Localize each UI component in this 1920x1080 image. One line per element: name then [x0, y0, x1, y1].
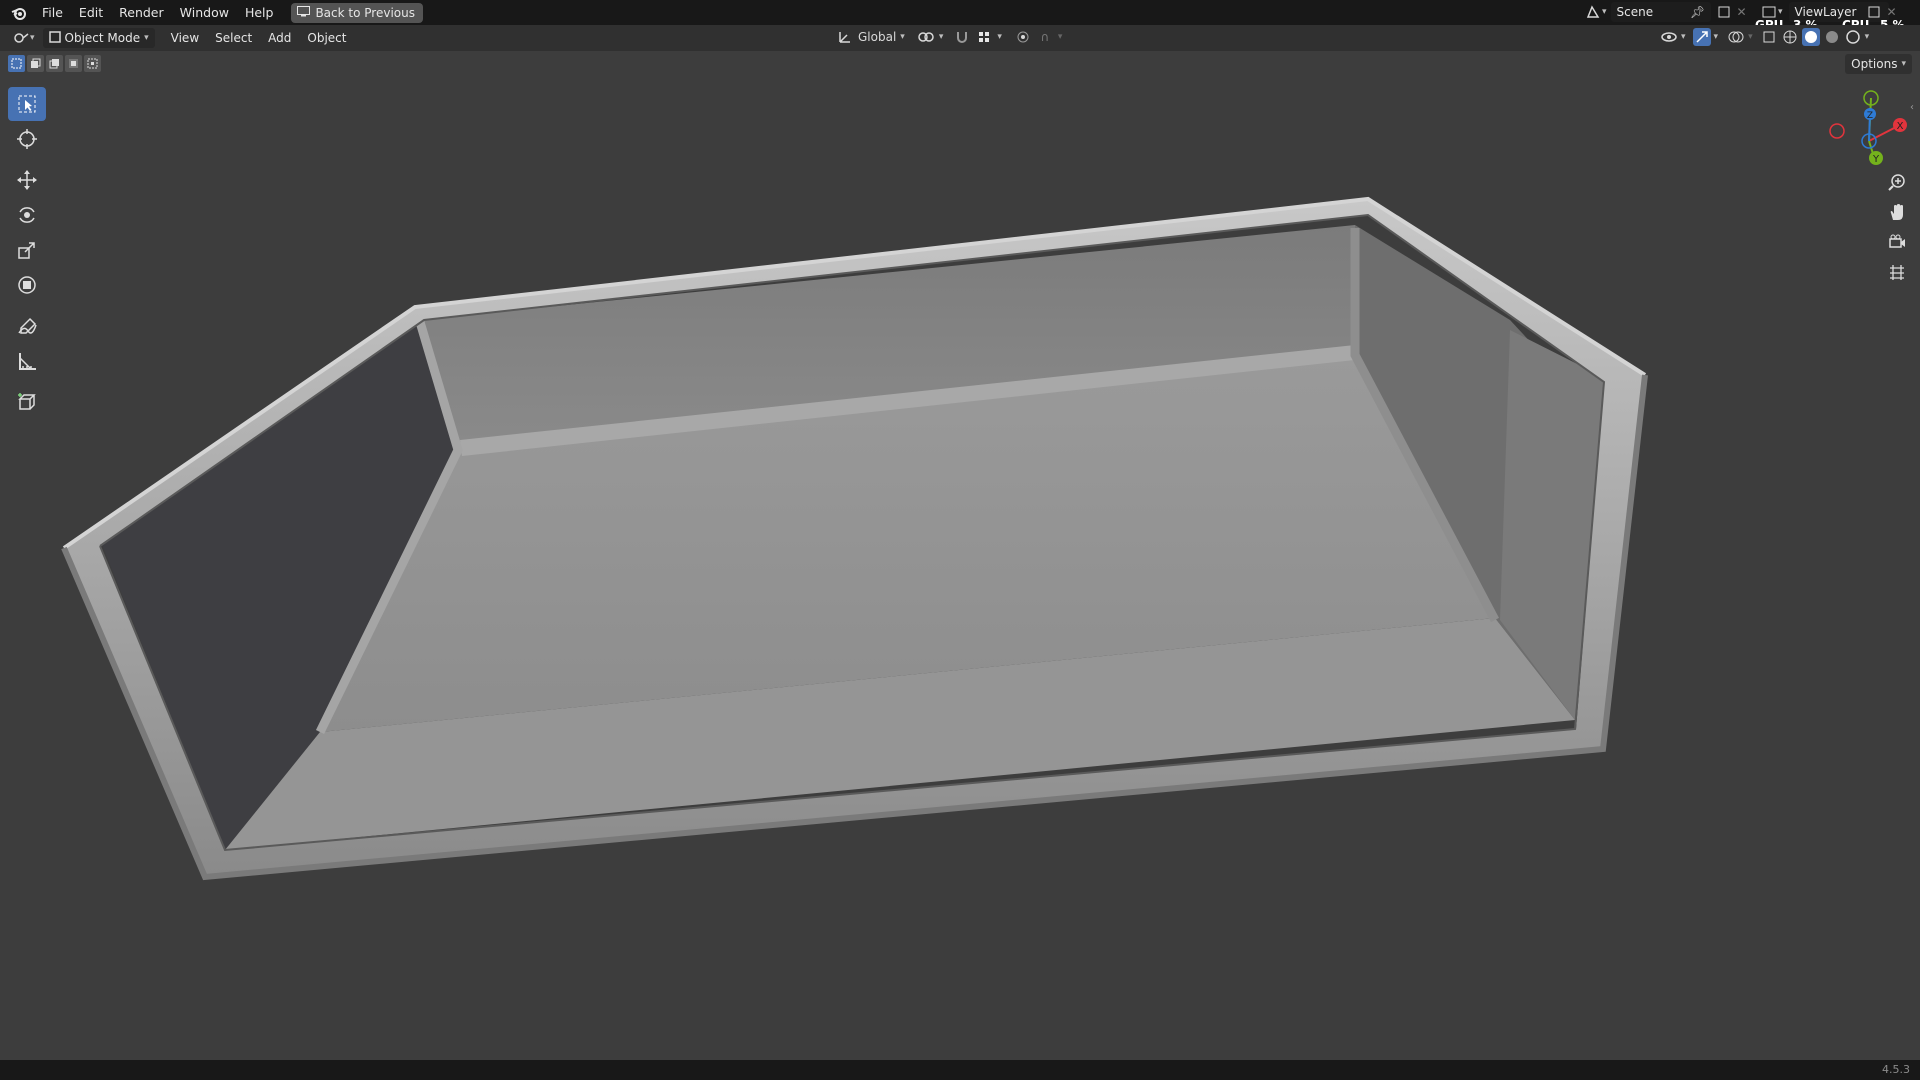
screen-icon	[297, 5, 311, 20]
scene-icon[interactable]	[1584, 3, 1602, 21]
chevron-down-icon: ▾	[1713, 32, 1719, 42]
mode-label: Object Mode	[64, 31, 141, 45]
chevron-down-icon: ▾	[144, 33, 149, 43]
chevron-down-icon: ▾	[900, 32, 905, 42]
transform-tool-icon[interactable]	[8, 268, 46, 302]
overlays-icon[interactable]	[1727, 28, 1745, 46]
select-extend-icon[interactable]	[27, 55, 44, 72]
visibility-icon[interactable]	[1660, 28, 1678, 46]
xray-icon[interactable]	[1760, 28, 1778, 46]
chevron-down-icon: ▾	[997, 32, 1002, 42]
selection-mode-row	[8, 55, 101, 73]
chevron-down-icon: ▾	[30, 33, 35, 43]
chevron-down-icon: ▾	[1864, 32, 1870, 42]
cursor-tool-icon[interactable]	[8, 122, 46, 156]
back-to-previous-label: Back to Previous	[315, 5, 415, 20]
chevron-down-icon: ▾	[1602, 7, 1607, 17]
gizmo-y-label: Y	[1872, 154, 1880, 165]
chevron-down-icon: ▾	[1748, 32, 1753, 42]
falloff-icon[interactable]: ∩	[1036, 28, 1054, 46]
new-scene-icon[interactable]	[1715, 3, 1733, 21]
proportional-editing-icon[interactable]	[1014, 28, 1032, 46]
navigation-gizmo[interactable]: X Y Z	[1820, 86, 1910, 166]
measure-tool-icon[interactable]	[8, 344, 46, 378]
transform-orientation-label[interactable]: Global	[858, 30, 896, 44]
move-tool-icon[interactable]	[8, 163, 46, 197]
gizmo-neg-x[interactable]	[1829, 123, 1845, 139]
chevron-down-icon: ▾	[1681, 32, 1686, 42]
camera-view-icon[interactable]	[1882, 228, 1912, 256]
options-label: Options	[1851, 57, 1898, 71]
pivot-point-icon[interactable]	[917, 28, 935, 46]
chevron-down-icon: ▾	[1901, 59, 1906, 69]
status-bar: 4.5.3	[0, 1060, 1920, 1080]
sidebar-toggle-icon[interactable]: ‹	[1910, 102, 1914, 113]
viewport-3d[interactable]	[0, 0, 1920, 1080]
tool-shelf	[8, 87, 46, 420]
annotate-tool-icon[interactable]	[8, 309, 46, 343]
select-intersect-icon[interactable]	[84, 55, 101, 72]
menu-render[interactable]: Render	[111, 2, 172, 24]
gizmo-x-label: X	[1897, 121, 1904, 132]
top-menu-bar: File Edit Render Window Help Back to Pre…	[0, 0, 1920, 32]
menu-add[interactable]: Add	[260, 31, 299, 45]
add-cube-tool-icon[interactable]	[8, 385, 46, 419]
gizmo-toggle-icon[interactable]	[1692, 28, 1711, 46]
viewport-header: ▾ Object Mode ▾ View Select Add Object G…	[0, 25, 1920, 51]
viewlayer-name: ViewLayer	[1794, 5, 1857, 19]
editor-type-icon[interactable]	[12, 29, 30, 47]
solid-shading-icon[interactable]	[1801, 28, 1820, 46]
wireframe-shading-icon[interactable]	[1781, 28, 1799, 46]
close-icon[interactable]: ✕	[1733, 3, 1751, 21]
material-shading-icon[interactable]	[1823, 28, 1841, 46]
menu-select[interactable]: Select	[207, 31, 260, 45]
select-box-tool-icon[interactable]	[8, 87, 46, 121]
rotate-tool-icon[interactable]	[8, 198, 46, 232]
select-subtract-icon[interactable]	[46, 55, 63, 72]
transform-orientation-icon[interactable]	[836, 28, 854, 46]
menu-window[interactable]: Window	[172, 2, 237, 24]
zoom-icon[interactable]	[1882, 168, 1912, 196]
menu-edit[interactable]: Edit	[71, 2, 111, 24]
chevron-down-icon: ▾	[1057, 32, 1063, 42]
menu-help[interactable]: Help	[237, 2, 282, 24]
chevron-down-icon: ▾	[1778, 7, 1783, 17]
pan-hand-icon[interactable]	[1882, 198, 1912, 226]
rendered-shading-icon[interactable]	[1844, 28, 1862, 46]
orthographic-toggle-icon[interactable]	[1882, 258, 1912, 286]
version-label: 4.5.3	[1882, 1063, 1910, 1076]
mode-dropdown[interactable]: Object Mode ▾	[42, 28, 155, 48]
options-dropdown[interactable]: Options ▾	[1845, 54, 1912, 74]
menu-file[interactable]: File	[34, 2, 71, 24]
select-invert-icon[interactable]	[65, 55, 82, 72]
snap-target-icon[interactable]	[975, 28, 993, 46]
blender-logo-icon[interactable]	[8, 2, 30, 24]
object-mode-icon	[48, 30, 61, 46]
select-new-icon[interactable]	[8, 55, 25, 72]
scene-name: Scene	[1616, 5, 1654, 19]
snap-icon[interactable]	[953, 28, 971, 46]
menu-view[interactable]: View	[163, 31, 207, 45]
chevron-down-icon: ▾	[938, 32, 944, 42]
tray-mesh[interactable]	[61, 196, 1648, 881]
back-to-previous-button[interactable]: Back to Previous	[291, 2, 423, 23]
pin-icon[interactable]: 📌︎	[1689, 3, 1707, 21]
scale-tool-icon[interactable]	[8, 233, 46, 267]
menu-object[interactable]: Object	[299, 31, 354, 45]
gizmo-z-label: Z	[1867, 111, 1873, 121]
